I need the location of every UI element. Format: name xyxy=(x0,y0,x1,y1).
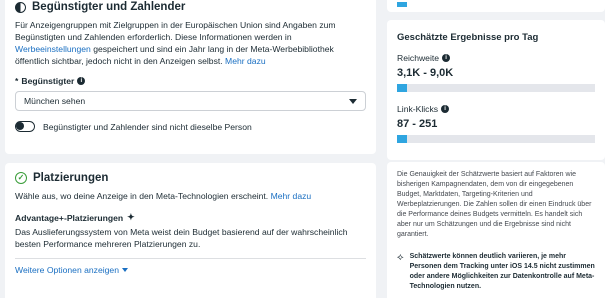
progress-bar-fragment xyxy=(397,2,407,7)
advantage-description: Das Auslieferungssystem von Meta weist d… xyxy=(15,227,348,249)
top-card-fragment xyxy=(387,0,605,12)
beneficiary-title: Begünstigter und Zahlender xyxy=(32,1,186,13)
estimates-title: Geschätzte Ergebnisse pro Tag xyxy=(397,32,539,43)
required-marker: * xyxy=(15,76,19,86)
disclaimer-text: Die Genauigkeit der Schätzwerte basiert … xyxy=(397,171,592,238)
payer-toggle-row: Begünstigter und Zahlender sind nicht di… xyxy=(15,121,366,132)
chevron-down-icon xyxy=(349,98,357,104)
sparkle-icon: ⟡ xyxy=(397,252,404,263)
estimates-card: Geschätzte Ergebnisse pro Tag Reichweite… xyxy=(387,20,605,160)
beneficiary-select-value: München sehen xyxy=(24,96,86,106)
placements-header: ✓ Platzierungen xyxy=(15,172,366,184)
beneficiary-card: Begünstigter und Zahlender Für Anzeigeng… xyxy=(5,0,376,154)
beneficiary-field-label: * Begünstigter i xyxy=(15,76,366,86)
more-options-label: Weitere Optionen anzeigen xyxy=(15,265,119,275)
advantage-title: Advantage+-Platzierungen xyxy=(15,212,124,223)
placements-title: Platzierungen xyxy=(33,172,109,184)
learn-more-link[interactable]: Mehr dazu xyxy=(225,56,266,66)
beneficiary-text: Für Anzeigengruppen mit Zielgruppen in d… xyxy=(15,20,336,42)
sparkle-icon: ✦ xyxy=(127,212,135,222)
info-icon[interactable]: i xyxy=(77,77,86,85)
placements-description: Wähle aus, wo deine Anzeige in den Meta-… xyxy=(15,190,366,202)
reach-label: Reichweite i xyxy=(397,53,595,63)
disclaimer-card: Die Genauigkeit der Schätzwerte basiert … xyxy=(387,162,605,298)
info-icon[interactable]: i xyxy=(441,105,450,113)
reach-bar xyxy=(397,84,595,92)
beneficiary-header: Begünstigter und Zahlender xyxy=(15,1,366,13)
clicks-label-text: Link-Klicks xyxy=(397,104,439,114)
divider xyxy=(15,258,366,259)
half-circle-icon xyxy=(15,1,26,13)
clicks-bar-fill xyxy=(397,135,407,143)
clicks-value: 87 - 251 xyxy=(397,118,438,130)
check-circle-icon: ✓ xyxy=(15,172,27,184)
placements-learn-more-link[interactable]: Mehr dazu xyxy=(271,191,312,201)
beneficiary-label-text: Begünstigter xyxy=(21,76,75,86)
clicks-bar xyxy=(397,135,595,143)
beneficiary-select[interactable]: München sehen xyxy=(15,91,366,111)
payer-toggle[interactable] xyxy=(15,121,35,132)
ad-settings-link[interactable]: Werbeeinstellungen xyxy=(15,44,91,54)
chevron-down-icon xyxy=(122,268,128,272)
reach-label-text: Reichweite xyxy=(397,53,440,63)
ios-warning-text: Schätzwerte können deutlich variieren, j… xyxy=(409,253,595,290)
more-options-button[interactable]: Weitere Optionen anzeigen xyxy=(15,265,366,275)
reach-value: 3,1K - 9,0K xyxy=(397,67,454,79)
ios-warning: ⟡ Schätzwerte können deutlich variieren,… xyxy=(397,252,595,292)
placements-text: Wähle aus, wo deine Anzeige in den Meta-… xyxy=(15,191,271,201)
clicks-label: Link-Klicks i xyxy=(397,104,595,114)
info-icon[interactable]: i xyxy=(442,54,451,62)
advantage-header: Advantage+-Platzierungen ✦ xyxy=(15,212,366,223)
payer-toggle-label: Begünstigter und Zahlender sind nicht di… xyxy=(43,121,252,132)
placements-card: ✓ Platzierungen Wähle aus, wo deine Anze… xyxy=(5,163,376,298)
reach-bar-fill xyxy=(397,84,407,92)
beneficiary-description: Für Anzeigengruppen mit Zielgruppen in d… xyxy=(15,19,366,67)
